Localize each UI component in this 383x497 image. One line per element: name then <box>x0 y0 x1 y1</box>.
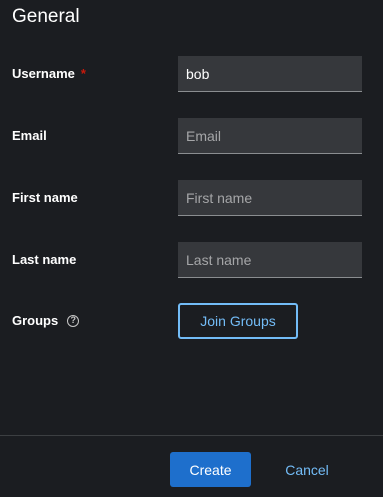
email-label: Email <box>12 128 47 143</box>
username-label: Username <box>12 66 75 81</box>
footer-divider <box>0 435 383 436</box>
first-name-label-group: First name <box>12 190 78 205</box>
first-name-row: First name <box>0 180 383 216</box>
first-name-input[interactable] <box>178 180 362 216</box>
last-name-row: Last name <box>0 242 383 278</box>
last-name-label-group: Last name <box>12 252 76 267</box>
question-circle-icon[interactable]: ? <box>67 314 80 327</box>
groups-label: Groups <box>12 313 59 328</box>
last-name-label: Last name <box>12 252 77 267</box>
general-section-title: General <box>12 6 80 27</box>
email-input[interactable] <box>178 118 362 154</box>
last-name-input[interactable] <box>178 242 362 278</box>
email-row: Email <box>0 118 383 154</box>
username-label-group: Username * <box>12 66 86 81</box>
first-name-label: First name <box>12 190 78 205</box>
create-button[interactable]: Create <box>170 452 251 487</box>
username-row: Username * <box>0 56 383 92</box>
groups-label-group: Groups ? <box>12 313 80 328</box>
cancel-button[interactable]: Cancel <box>272 452 342 487</box>
required-indicator: * <box>80 66 86 81</box>
join-groups-button[interactable]: Join Groups <box>178 303 298 339</box>
email-label-group: Email <box>12 128 47 143</box>
username-input[interactable] <box>178 56 362 92</box>
